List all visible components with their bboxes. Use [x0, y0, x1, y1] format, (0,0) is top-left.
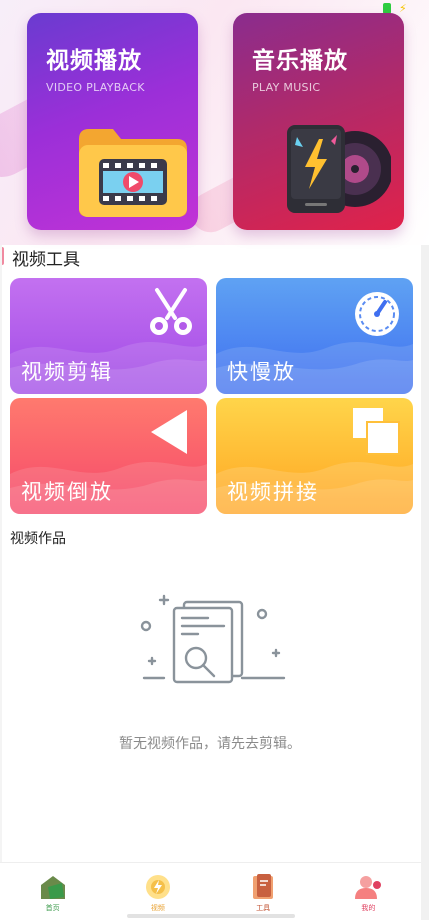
scrollbar-track: [421, 245, 429, 920]
battery-icon: [383, 2, 391, 14]
video-reverse-button[interactable]: 视频倒放: [10, 398, 207, 514]
music-player-icon: [287, 125, 391, 213]
video-join-label: 视频拼接: [227, 480, 319, 504]
speedometer-icon: [355, 292, 399, 336]
empty-document-search-icon: [140, 594, 286, 684]
music-playback-card[interactable]: 音乐播放 PLAY MUSIC: [233, 13, 404, 230]
video-cut-button[interactable]: 视频剪辑: [10, 278, 207, 394]
overlap-squares-icon: [353, 408, 400, 455]
video-reverse-label: 视频倒放: [21, 480, 113, 504]
music-playback-subtitle: PLAY MUSIC: [252, 81, 321, 94]
video-playback-card[interactable]: 视频播放 VIDEO PLAYBACK: [27, 13, 198, 230]
tab-video[interactable]: 视频: [105, 863, 210, 920]
video-playback-title: 视频播放: [46, 48, 142, 74]
video-cut-label: 视频剪辑: [21, 360, 113, 384]
tools-section-title: 视频工具: [12, 250, 80, 270]
video-folder-icon: [79, 129, 187, 217]
reverse-triangle-icon: [151, 410, 187, 454]
video-tab-icon: [145, 875, 170, 899]
tab-tools[interactable]: 工具: [211, 863, 316, 920]
tab-home-label: 首页: [45, 904, 60, 912]
charging-icon: ⚡: [399, 1, 407, 15]
scissors-icon: [150, 288, 192, 335]
tab-profile[interactable]: 我的: [316, 863, 421, 920]
tab-video-label: 视频: [150, 904, 165, 912]
profile-icon: [355, 876, 382, 899]
tab-profile-label: 我的: [361, 904, 376, 912]
home-icon: [40, 876, 65, 899]
speed-change-button[interactable]: 快慢放: [216, 278, 413, 394]
music-playback-title: 音乐播放: [252, 48, 348, 74]
works-section-title: 视频作品: [10, 531, 66, 547]
bottom-tab-bar: 首页 视频 工具 我的: [0, 862, 421, 920]
speed-change-label: 快慢放: [227, 360, 296, 384]
video-playback-subtitle: VIDEO PLAYBACK: [46, 81, 145, 94]
tools-tab-icon: [253, 874, 274, 899]
home-indicator: [127, 914, 295, 918]
tab-tools-label: 工具: [256, 904, 271, 912]
edge-decor: [0, 245, 2, 920]
tab-home[interactable]: 首页: [0, 863, 105, 920]
empty-state-message: 暂无视频作品，请先去剪辑。: [119, 736, 301, 752]
video-join-button[interactable]: 视频拼接: [216, 398, 413, 514]
